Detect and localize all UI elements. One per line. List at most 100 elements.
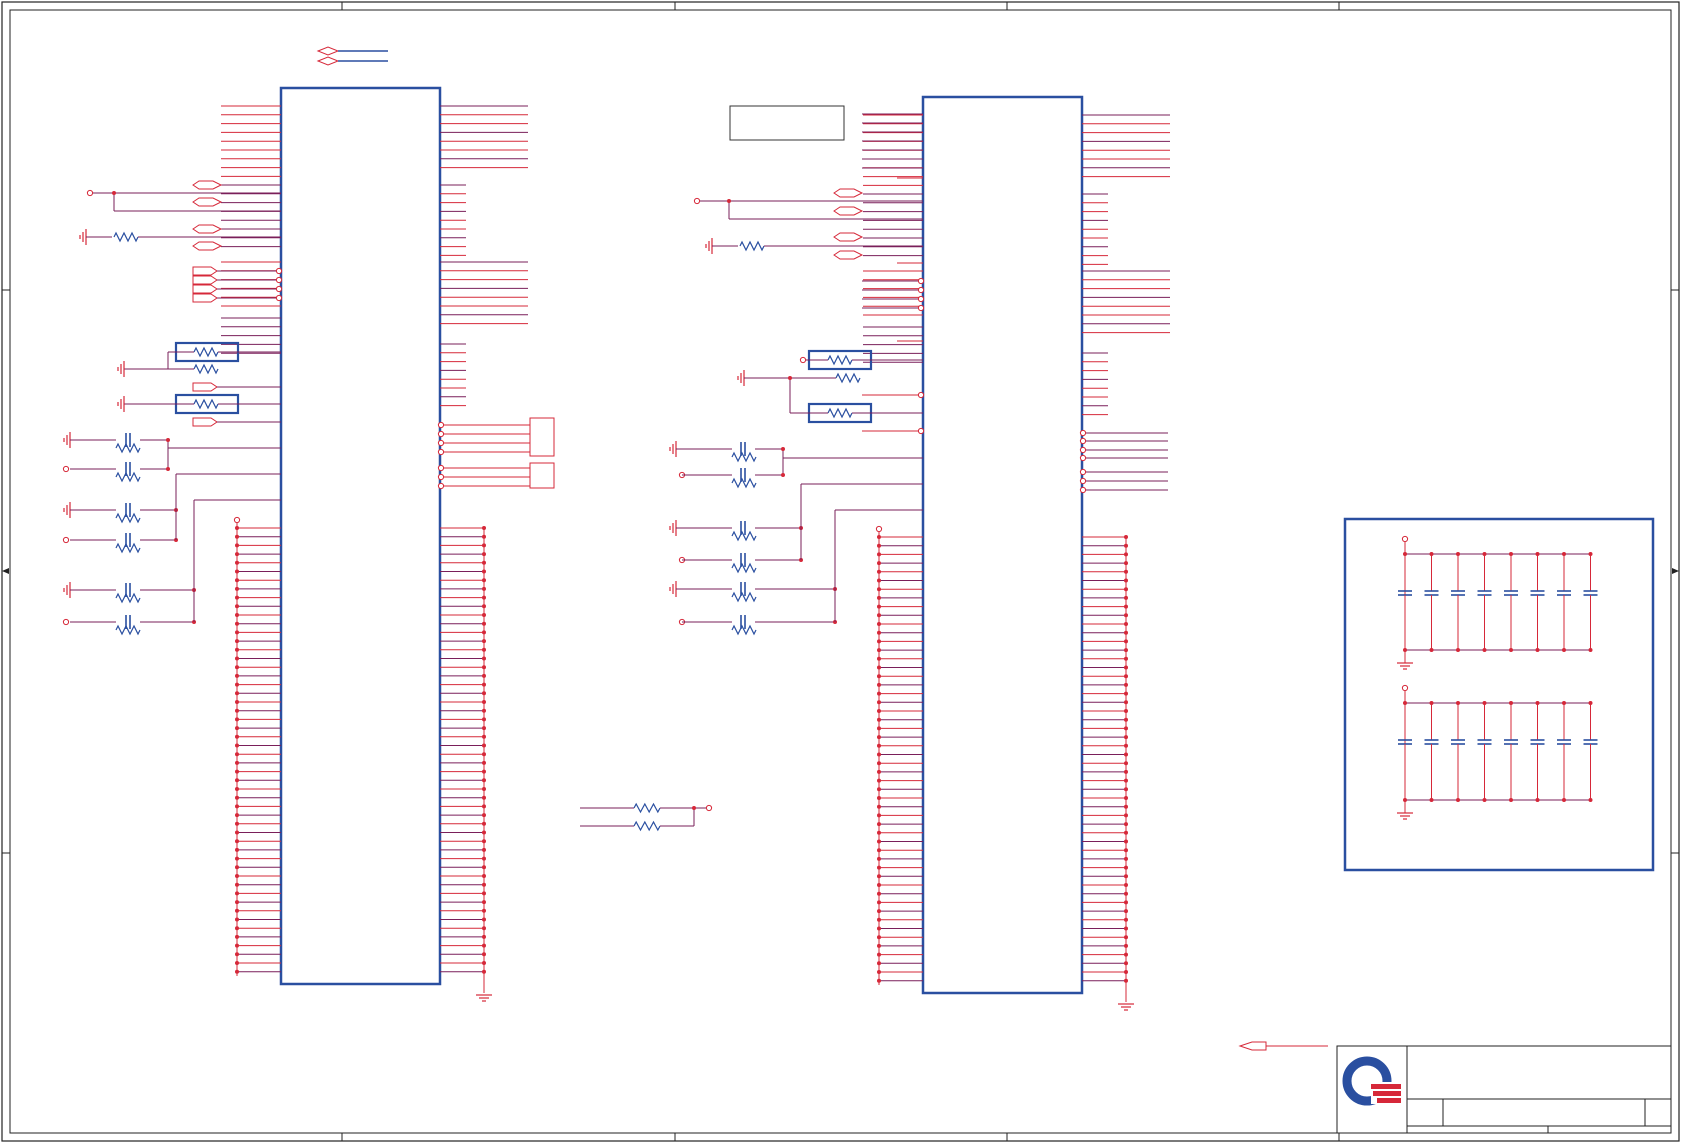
pin-bubble [1079, 454, 1087, 462]
right-ic-body [921, 95, 1084, 995]
resistor [827, 354, 853, 366]
junction-dot [727, 199, 731, 203]
pin-bubble [437, 421, 445, 429]
offpage-connector [192, 180, 223, 190]
supply-bubble [693, 197, 701, 205]
capacitor [1451, 739, 1465, 745]
offpage-connector [833, 188, 864, 198]
pin-bubble [437, 439, 445, 447]
ground-symbol [1397, 812, 1413, 820]
pin-bubble [1079, 446, 1087, 454]
pin-bubble [917, 391, 925, 399]
pin-bubble [1079, 468, 1087, 476]
junction-dot [166, 467, 170, 471]
pin-bubble [275, 285, 283, 293]
ground-symbol [476, 994, 492, 1002]
resistor [115, 624, 141, 636]
resistor [731, 562, 757, 574]
resistor [835, 372, 861, 384]
pin-bubble [275, 267, 283, 275]
connector-block [529, 417, 555, 457]
right-ic-pins [863, 114, 1170, 1011]
supply-bubble [1401, 684, 1409, 692]
junction-dot [781, 447, 785, 451]
supply-bubble [86, 189, 94, 197]
ground-symbol [669, 441, 677, 457]
resistor [115, 471, 141, 483]
capacitor [1583, 590, 1598, 596]
decoupling-block [1343, 517, 1655, 872]
left-ic-pins [221, 105, 528, 1002]
pin-bubble [917, 427, 925, 435]
capacitor [1477, 590, 1492, 596]
pin-bubble [275, 276, 283, 284]
resistor [731, 530, 757, 542]
resistor [731, 451, 757, 463]
left-ic [221, 86, 528, 1002]
resistor [193, 346, 219, 358]
ground-symbol [1118, 1003, 1134, 1011]
pin-bubble [437, 482, 445, 490]
junction-dot [112, 191, 116, 195]
offpage-connectors-top [316, 46, 340, 66]
logo-stripe-2 [1373, 1091, 1401, 1096]
supply-bubble [1401, 535, 1409, 543]
junction-dot [692, 806, 696, 810]
capacitor [1451, 590, 1465, 596]
left-ic-body [279, 86, 442, 986]
capacitor [1583, 739, 1598, 745]
offpage-connector [833, 250, 864, 260]
resistor [115, 542, 141, 554]
pin-bubble [1079, 429, 1087, 437]
ground-symbol [79, 229, 87, 245]
resistor [827, 407, 853, 419]
offpage-wires-top [338, 50, 388, 62]
resistor [193, 363, 219, 375]
resistor [633, 820, 661, 832]
ground-symbol [63, 432, 71, 448]
pin-bubble [1079, 486, 1087, 494]
pin-bubble [1079, 437, 1087, 445]
pin-bubble [437, 464, 445, 472]
power-rail-bubble [875, 525, 883, 533]
resistor [731, 477, 757, 489]
left-passives [62, 180, 555, 636]
capacitor [1424, 739, 1439, 745]
pin-bubble [917, 286, 925, 294]
offpage-connector [833, 232, 864, 242]
port-flag [192, 417, 218, 427]
ground-symbol [63, 502, 71, 518]
pin-bubble [437, 448, 445, 456]
supply-bubble [62, 618, 70, 626]
power-rail-bubble [233, 516, 241, 524]
pin-bubble [917, 295, 925, 303]
mid-resistors [580, 802, 713, 832]
ground-symbol [1397, 662, 1413, 670]
port-flag [192, 266, 218, 276]
capacitor [1557, 590, 1571, 596]
capacitor [1557, 739, 1571, 745]
capacitor [1477, 739, 1492, 745]
resistor [115, 442, 141, 454]
offpage-connector [192, 224, 223, 234]
resistor [115, 592, 141, 604]
logo-stripe-3 [1377, 1098, 1401, 1103]
supply-bubble [705, 804, 713, 812]
supply-bubble [799, 356, 807, 364]
capacitor [1504, 590, 1518, 596]
capacitor [1530, 739, 1545, 745]
pin-bubble [275, 294, 283, 302]
offpage-connector-bottom [1238, 1041, 1328, 1051]
quanta-logo [1342, 1056, 1401, 1106]
decoupling-cap-rows [1397, 535, 1598, 820]
pin-bubble [437, 473, 445, 481]
right-ic [863, 95, 1170, 1011]
ground-symbol [117, 361, 125, 377]
pin-bubble [437, 430, 445, 438]
ground-symbol [669, 520, 677, 536]
ground-symbol [117, 396, 125, 412]
offpage-connector [192, 197, 223, 207]
ground-symbol [669, 581, 677, 597]
note-box [729, 105, 845, 141]
schematic-sheet [1, 1, 1680, 1142]
